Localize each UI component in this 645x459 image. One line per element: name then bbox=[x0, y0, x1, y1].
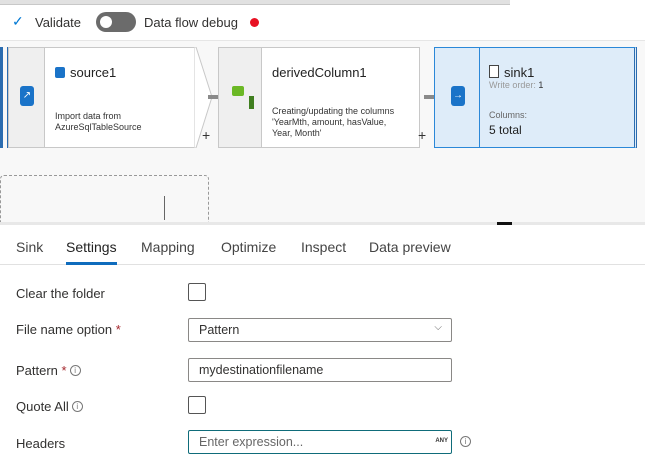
minimap-frame[interactable] bbox=[0, 175, 209, 223]
info-icon[interactable]: i bbox=[71, 401, 83, 412]
add-transform-button[interactable]: + bbox=[202, 127, 210, 143]
required-marker: * bbox=[61, 363, 67, 378]
chevron-down-icon: ⌵ bbox=[434, 322, 442, 333]
tab-sink[interactable]: Sink bbox=[16, 239, 43, 255]
tab-data-preview[interactable]: Data preview bbox=[369, 239, 451, 255]
source-icon-column: ↗ bbox=[8, 47, 45, 148]
active-tab-indicator bbox=[66, 262, 117, 265]
node-title: sink1 bbox=[504, 65, 535, 80]
debug-status-dot bbox=[250, 18, 259, 27]
write-order-label: Write order: bbox=[489, 80, 536, 90]
columns-value: 5 total bbox=[489, 123, 522, 137]
tab-inspect[interactable]: Inspect bbox=[301, 239, 346, 255]
derived-icon-column bbox=[218, 47, 262, 148]
validate-button[interactable]: Validate bbox=[35, 15, 81, 30]
write-order-value: 1 bbox=[538, 80, 544, 90]
derived-column-icon-part bbox=[249, 96, 254, 109]
toolbar: ✓ Validate Data flow debug bbox=[0, 5, 645, 40]
toggle-knob bbox=[100, 16, 112, 28]
info-icon[interactable]: i bbox=[69, 365, 81, 376]
checkmark-icon: ✓ bbox=[12, 13, 24, 29]
tab-mapping[interactable]: Mapping bbox=[141, 239, 195, 255]
info-icon[interactable]: i bbox=[460, 436, 471, 447]
quote-all-checkbox[interactable] bbox=[188, 396, 206, 414]
data-flow-canvas: ↗ source1 Import data from AzureSqlTable… bbox=[0, 40, 645, 223]
type-badge: ANY bbox=[435, 438, 448, 444]
derived-column-icon bbox=[232, 86, 244, 96]
columns-label: Columns: bbox=[489, 110, 528, 120]
clear-folder-checkbox[interactable] bbox=[188, 283, 206, 301]
sql-icon bbox=[55, 67, 65, 78]
label-text: Pattern bbox=[16, 363, 58, 378]
source-body: source1 Import data from AzureSqlTableSo… bbox=[45, 47, 195, 148]
add-transform-button[interactable]: + bbox=[418, 127, 426, 143]
label-text: Quote All bbox=[16, 399, 69, 414]
node-desc: Creating/updating the columns bbox=[272, 106, 395, 116]
debug-toggle[interactable] bbox=[96, 12, 136, 32]
file-name-option-label: File name option * bbox=[16, 322, 121, 337]
file-name-option-select[interactable]: Pattern ⌵ bbox=[188, 318, 452, 342]
headers-expression-input[interactable]: Enter expression... ANY bbox=[188, 430, 452, 454]
source-db-icon: ↗ bbox=[20, 86, 34, 106]
sink-icon-column: → bbox=[434, 47, 480, 148]
node-desc: Import data from bbox=[55, 111, 122, 121]
pane-splitter[interactable] bbox=[0, 222, 645, 225]
sink-db-icon: → bbox=[451, 86, 465, 106]
tab-settings[interactable]: Settings bbox=[66, 239, 117, 255]
node-derivedColumn1[interactable]: derivedColumn1 Creating/updating the col… bbox=[218, 47, 430, 148]
node-desc: 'YearMth, amount, hasValue, bbox=[272, 117, 387, 127]
pattern-label: Pattern * i bbox=[16, 363, 81, 378]
selection-edge bbox=[0, 47, 8, 148]
node-title: source1 bbox=[70, 65, 117, 80]
label-text: File name option bbox=[16, 322, 113, 337]
sink-body: sink1 Write order: 1 Columns: 5 total bbox=[480, 47, 637, 148]
splitter-handle[interactable] bbox=[497, 222, 512, 225]
node-source1[interactable]: ↗ source1 Import data from AzureSqlTable… bbox=[8, 47, 213, 148]
headers-label: Headers bbox=[16, 436, 66, 451]
derived-body: derivedColumn1 Creating/updating the col… bbox=[262, 47, 420, 148]
node-desc: Year, Month' bbox=[272, 128, 322, 138]
node-sink1[interactable]: → sink1 Write order: 1 Columns: 5 total bbox=[434, 47, 641, 148]
tab-optimize[interactable]: Optimize bbox=[221, 239, 276, 255]
minimap-line bbox=[164, 196, 165, 220]
selected-value: Pattern bbox=[199, 323, 240, 337]
node-title: derivedColumn1 bbox=[272, 65, 367, 80]
file-icon bbox=[489, 65, 499, 78]
pattern-input[interactable]: mydestinationfilename bbox=[188, 358, 452, 382]
clear-folder-label: Clear the folder bbox=[16, 286, 105, 301]
required-marker: * bbox=[115, 322, 121, 337]
quote-all-label: Quote All i bbox=[16, 399, 83, 414]
debug-label: Data flow debug bbox=[144, 15, 238, 30]
node-desc: AzureSqlTableSource bbox=[55, 122, 142, 132]
placeholder: Enter expression... bbox=[199, 435, 304, 449]
